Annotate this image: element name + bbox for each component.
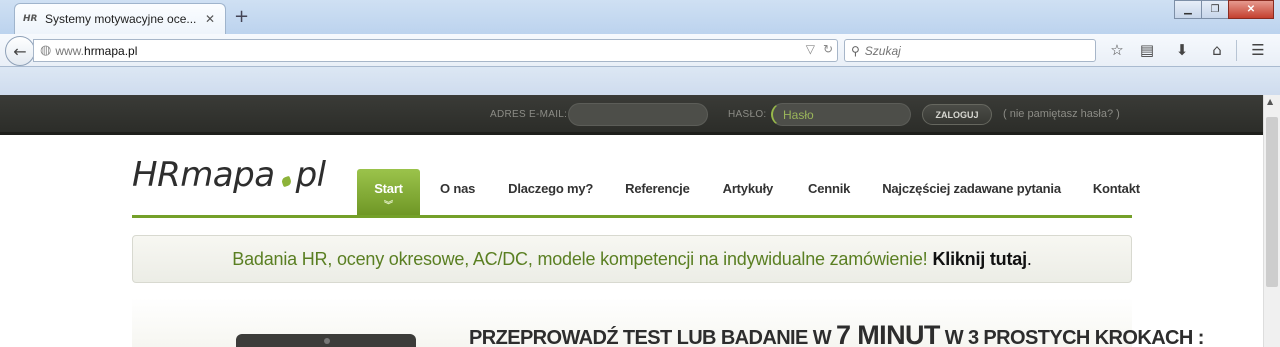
main-menu: Start ︾ O nas Dlaczego my? Referencje Ar… xyxy=(357,169,1140,215)
globe-icon: ◍ xyxy=(40,43,52,58)
password-label: HASŁO: xyxy=(728,109,767,120)
menu-item-faq[interactable]: Najczęściej zadawane pytania xyxy=(882,169,1061,215)
back-arrow-icon: ← xyxy=(13,41,27,61)
menu-item-start[interactable]: Start ︾ xyxy=(357,169,420,215)
laptop-illustration xyxy=(236,334,416,347)
logo-text-domain: pl xyxy=(295,155,327,195)
login-bar: ADRES E-MAIL: HASŁO: ZALOGUJ ( nie pamię… xyxy=(0,95,1263,135)
password-field[interactable] xyxy=(771,103,911,126)
banner-text: Badania HR, oceny okresowe, AC/DC, model… xyxy=(232,248,928,269)
navigation-bar: ← ◍ www.hrmapa.pl ▽ ↻ ⚲ ☆ ▤ ⬇ ⌂ ☰ xyxy=(0,34,1280,67)
url-actions: ▽ ↻ xyxy=(806,42,833,56)
logo-dot-icon xyxy=(280,175,292,188)
promo-banner: Badania HR, oceny okresowe, AC/DC, model… xyxy=(132,235,1132,283)
headline-highlight: 7 MINUT xyxy=(835,320,940,347)
email-field[interactable] xyxy=(568,103,708,126)
home-icon[interactable]: ⌂ xyxy=(1207,41,1227,59)
menu-item-artykuly[interactable]: Artykuły xyxy=(723,169,774,215)
maximize-icon[interactable]: ❐ xyxy=(1201,0,1229,19)
search-icon: ⚲ xyxy=(851,43,860,58)
laptop-camera xyxy=(324,338,330,344)
scrollbar-thumb[interactable] xyxy=(1266,117,1278,287)
menu-item-referencje[interactable]: Referencje xyxy=(625,169,690,215)
address-bar[interactable]: ◍ www. hrmapa.pl ▽ ↻ xyxy=(33,39,838,62)
url-prefix: www. xyxy=(55,43,85,58)
menu-icon[interactable]: ☰ xyxy=(1248,41,1268,59)
headline-part-1: PRZEPROWADŹ TEST LUB BADANIE W xyxy=(469,327,836,347)
menu-underline xyxy=(132,215,1132,218)
tab-strip: HR Systemy motywacyjne oce... ✕ + ▁ ❐ ✕ xyxy=(0,0,1280,34)
url-host: hrmapa.pl xyxy=(84,43,138,58)
hero-headline: PRZEPROWADŹ TEST LUB BADANIE W 7 MINUT W… xyxy=(469,320,1204,347)
tab-title: Systemy motywacyjne oce... xyxy=(45,12,197,26)
banner-end: . xyxy=(1026,248,1032,269)
window-controls: ▁ ❐ ✕ xyxy=(1174,0,1274,19)
page-scrollbar[interactable]: ▲ xyxy=(1263,95,1280,347)
menu-item-o-nas[interactable]: O nas xyxy=(440,169,475,215)
headline-part-2: W 3 PROSTYCH KROKACH : xyxy=(939,327,1205,347)
reload-icon[interactable]: ↻ xyxy=(823,42,833,56)
browser-tab[interactable]: HR Systemy motywacyjne oce... ✕ xyxy=(14,3,226,34)
menu-item-label: Start xyxy=(374,181,403,196)
star-icon[interactable]: ☆ xyxy=(1107,41,1127,59)
download-icon[interactable]: ⬇ xyxy=(1172,41,1192,59)
scroll-up-icon[interactable]: ▲ xyxy=(1267,97,1273,106)
new-tab-button[interactable]: + xyxy=(234,6,249,27)
bookmarks-area xyxy=(0,67,1280,95)
search-input[interactable] xyxy=(864,43,1085,58)
reading-list-icon[interactable]: ▤ xyxy=(1137,41,1157,59)
chevron-down-icon: ︾ xyxy=(384,201,393,211)
back-button[interactable]: ← xyxy=(5,36,35,66)
menu-item-dlaczego-my[interactable]: Dlaczego my? xyxy=(508,169,593,215)
close-window-icon[interactable]: ✕ xyxy=(1228,0,1274,19)
logo-text-main: HRmapa xyxy=(132,155,275,195)
email-label: ADRES E-MAIL: xyxy=(490,109,568,120)
minimize-icon[interactable]: ▁ xyxy=(1174,0,1202,19)
login-button[interactable]: ZALOGUJ xyxy=(922,104,992,125)
banner-link[interactable]: Kliknij tutaj xyxy=(932,249,1027,270)
site-favicon-icon: HR xyxy=(23,14,38,24)
search-bar[interactable]: ⚲ xyxy=(844,39,1096,62)
dropdown-arrow-icon[interactable]: ▽ xyxy=(806,42,815,56)
close-tab-icon[interactable]: ✕ xyxy=(203,12,217,26)
toolbar-divider xyxy=(1236,40,1237,61)
site-logo[interactable]: HRmapa pl xyxy=(132,155,326,195)
menu-item-kontakt[interactable]: Kontakt xyxy=(1093,169,1140,215)
forgot-password-link[interactable]: ( nie pamiętasz hasła? ) xyxy=(1003,108,1120,120)
menu-item-cennik[interactable]: Cennik xyxy=(808,169,850,215)
